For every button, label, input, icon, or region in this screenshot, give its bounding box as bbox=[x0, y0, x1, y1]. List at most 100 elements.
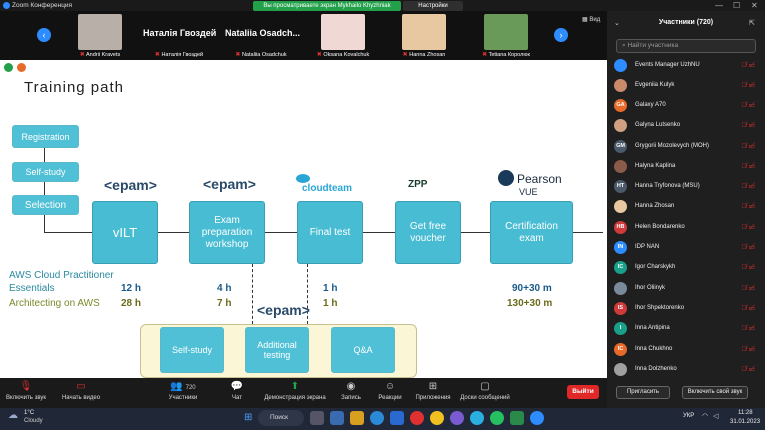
participant-row[interactable]: IC Inna Chukhno 🎙̸ ▭̸ bbox=[614, 342, 759, 358]
whatsapp-icon[interactable] bbox=[490, 411, 504, 425]
word-icon[interactable] bbox=[390, 411, 404, 425]
weather-temp[interactable]: 1°C bbox=[24, 410, 34, 416]
view-options-button[interactable]: Настройки просмотра bbox=[403, 1, 463, 19]
record-button[interactable]: ◉ Запись bbox=[338, 381, 364, 401]
video-tile[interactable]: ✖ Tetiana Королюк bbox=[470, 14, 542, 58]
participants-button[interactable]: 👥 720 Участники bbox=[164, 381, 202, 401]
grid-icon: ▦ bbox=[582, 17, 588, 23]
participant-row[interactable]: Events Manager UzhNU 🎙̸ ▭̸ bbox=[614, 58, 759, 74]
share-screen-icon: ⬆ bbox=[290, 381, 300, 392]
participant-row[interactable]: IN IDP NAN 🎙̸ ▭̸ bbox=[614, 240, 759, 256]
participant-photo bbox=[78, 14, 122, 50]
clock-date[interactable]: 31.01.2023 bbox=[730, 419, 760, 425]
cloudteam-logo: cloudteam bbox=[302, 183, 353, 194]
muted-mic-icon: ✖ bbox=[316, 52, 322, 58]
participant-row[interactable]: Inna Dolzhenko 🎙̸ ▭̸ bbox=[614, 362, 759, 378]
final-test-hours: 1 h bbox=[323, 298, 338, 309]
participant-row[interactable]: HB Helen Bondarenko 🎙̸ ▭̸ bbox=[614, 220, 759, 236]
participant-row[interactable]: Evgeniia Kulyk 🎙̸ ▭̸ bbox=[614, 78, 759, 94]
step-vilt: vILT bbox=[92, 201, 158, 264]
participant-row[interactable]: I Inna Antipina 🎙̸ ▭̸ bbox=[614, 321, 759, 337]
participant-photo bbox=[321, 14, 365, 50]
video-tile[interactable]: ✖ Oksana Kovalchuk bbox=[307, 14, 379, 58]
search-icon: ⌕ bbox=[622, 42, 626, 49]
participant-row[interactable]: Ihor Oliinyk 🎙̸ ▭̸ bbox=[614, 281, 759, 297]
opera-icon[interactable] bbox=[410, 411, 424, 425]
avatar bbox=[614, 119, 627, 132]
participant-row[interactable]: Galyna Lutsenko 🎙̸ ▭̸ bbox=[614, 118, 759, 134]
video-tile[interactable]: Nataliia Osadch... ✖ Nataliia Osadchuk bbox=[225, 14, 301, 58]
course-name: Essentials bbox=[9, 283, 55, 294]
telegram-icon[interactable] bbox=[470, 411, 484, 425]
taskbar-search[interactable]: Поиск bbox=[258, 410, 304, 426]
reactions-button[interactable]: ☺ Реакции bbox=[376, 381, 404, 401]
video-tile[interactable]: Наталія Гвоздей ✖ Наталія Гвоздей bbox=[143, 14, 216, 58]
chrome-icon[interactable] bbox=[430, 411, 444, 425]
avatar bbox=[614, 79, 627, 92]
connector bbox=[44, 215, 45, 232]
edge-browser-icon[interactable] bbox=[370, 411, 384, 425]
participant-photo bbox=[402, 14, 446, 50]
zoom-logo-icon bbox=[3, 2, 10, 9]
file-explorer-icon[interactable] bbox=[350, 411, 364, 425]
video-tile[interactable]: ✖ Hanna Zhosan bbox=[388, 14, 460, 58]
mic-video-off-icons: 🎙̸ ▭̸ bbox=[741, 82, 755, 89]
avatar bbox=[614, 363, 627, 376]
maximize-icon[interactable]: ☐ bbox=[733, 1, 740, 10]
search-label: Поиск bbox=[270, 414, 289, 421]
participant-name: Inna Antipina bbox=[635, 325, 670, 331]
excel-icon[interactable] bbox=[510, 411, 524, 425]
epam-logo: <epam> bbox=[257, 302, 310, 318]
close-icon[interactable]: ✕ bbox=[751, 1, 758, 10]
participant-row[interactable]: IS Ihor Shpektorenko 🎙̸ ▭̸ bbox=[614, 301, 759, 317]
arrow-connector bbox=[461, 232, 490, 233]
course-name: AWS Cloud Practitioner bbox=[9, 270, 114, 281]
taskbar-app-icon[interactable] bbox=[330, 411, 344, 425]
participant-name: Ihor Shpektorenko bbox=[635, 305, 685, 311]
gallery-next-icon[interactable]: › bbox=[554, 28, 568, 42]
participant-row[interactable]: GA Galaxy A70 🎙̸ ▭̸ bbox=[614, 98, 759, 114]
whiteboards-button[interactable]: ▢ Доски сообщений bbox=[458, 381, 512, 401]
start-video-button[interactable]: ▭ Начать видео bbox=[58, 381, 104, 401]
clock-time[interactable]: 11:28 bbox=[738, 410, 753, 416]
chat-button[interactable]: 💬 Чат bbox=[226, 381, 248, 401]
windows-start-icon[interactable]: ⊞ bbox=[244, 412, 252, 423]
volume-icon[interactable]: ◁ bbox=[713, 412, 718, 420]
participant-name: Galaxy A70 bbox=[635, 102, 666, 108]
leave-button[interactable]: Выйти bbox=[567, 385, 599, 399]
gallery-prev-icon[interactable]: ‹ bbox=[37, 28, 51, 42]
popout-icon[interactable]: ⇱ bbox=[749, 19, 755, 27]
record-label: Запись bbox=[341, 395, 361, 401]
arrow-connector bbox=[158, 232, 189, 233]
view-button[interactable]: ▦ Вид bbox=[582, 16, 600, 23]
avatar: IC bbox=[614, 343, 627, 356]
wifi-icon[interactable]: ◠ bbox=[702, 412, 708, 420]
apps-button[interactable]: ⊞ Приложения bbox=[412, 381, 454, 401]
invite-button[interactable]: Пригласить bbox=[616, 386, 670, 399]
step-free-voucher: Get free voucher bbox=[395, 201, 461, 264]
participant-row[interactable]: Halyna Kaplina 🎙̸ ▭̸ bbox=[614, 159, 759, 175]
unmute-myself-button[interactable]: Включить свой звук bbox=[682, 386, 748, 399]
language-indicator[interactable]: УКР bbox=[683, 413, 694, 419]
zoom-taskbar-icon[interactable] bbox=[530, 411, 544, 425]
share-status-icons bbox=[4, 63, 30, 74]
muted-mic-icon: ✖ bbox=[482, 52, 488, 58]
participant-row[interactable]: HT Hanna Tryfonova (MSU) 🎙̸ ▭̸ bbox=[614, 179, 759, 195]
mic-video-off-icons: 🎙̸ ▭̸ bbox=[741, 244, 755, 251]
video-tile[interactable]: ✖ Andrii Kravets bbox=[64, 14, 136, 58]
participant-name: Ihor Oliinyk bbox=[635, 285, 666, 291]
participant-search-input[interactable]: ⌕ Найти участника bbox=[616, 39, 756, 53]
viber-icon[interactable] bbox=[450, 411, 464, 425]
tile-name: Nataliia Osadch... bbox=[225, 28, 301, 38]
weather-desc[interactable]: Cloudy bbox=[24, 418, 43, 424]
participant-row[interactable]: IC Igor Charskykh 🎙̸ ▭̸ bbox=[614, 260, 759, 276]
minimize-icon[interactable]: — bbox=[715, 1, 723, 10]
unmute-button[interactable]: 🎙 Включить звук bbox=[4, 381, 48, 401]
participant-name: IDP NAN bbox=[635, 244, 660, 250]
participant-name: Galyna Lutsenko bbox=[635, 122, 681, 128]
share-screen-button[interactable]: ⬆ Демонстрация экрана bbox=[262, 381, 328, 401]
task-view-icon[interactable] bbox=[310, 411, 324, 425]
participant-row[interactable]: GM Grygorii Mozolevych (МОН) 🎙̸ ▭̸ bbox=[614, 139, 759, 155]
participant-name: Events Manager UzhNU bbox=[635, 62, 700, 68]
participant-row[interactable]: Hanna Zhosan 🎙̸ ▭̸ bbox=[614, 199, 759, 215]
